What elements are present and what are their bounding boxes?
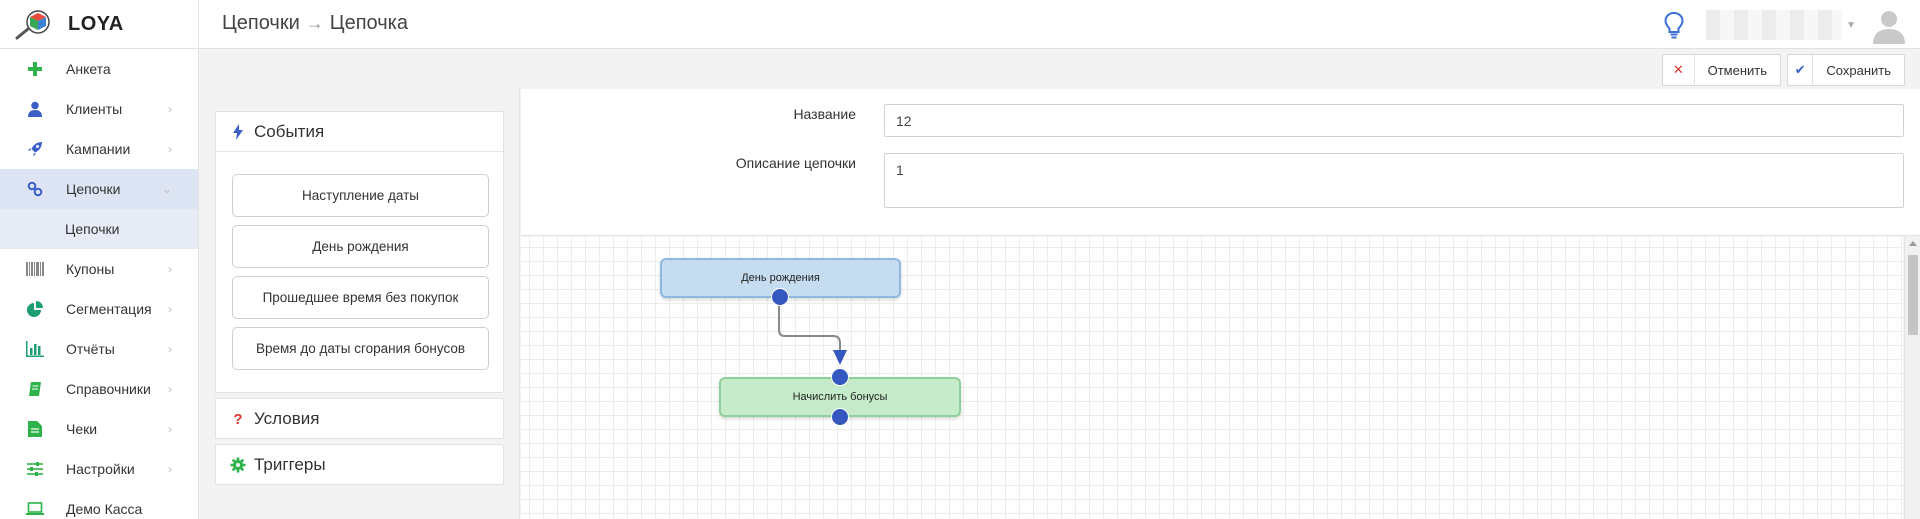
- header-right: ▼: [1662, 6, 1908, 44]
- top-header: LOYA Цепочки → Цепочка ▼: [0, 0, 1920, 49]
- sidebar-item-coupons[interactable]: Купоны ›: [0, 249, 198, 289]
- sidebar-item-label: Настройки: [66, 461, 135, 477]
- sidebar-item-label: Чеки: [66, 421, 98, 437]
- pie-chart-icon: [26, 300, 44, 318]
- conditions-header[interactable]: ? Условия: [216, 399, 503, 439]
- breadcrumb-parent[interactable]: Цепочки: [222, 12, 300, 35]
- name-input[interactable]: 12: [884, 104, 1904, 137]
- lightning-icon: [230, 123, 246, 140]
- sidebar-item-label: Справочники: [66, 381, 151, 397]
- conditions-title: Условия: [254, 409, 320, 428]
- sidebar-item-settings[interactable]: Настройки ›: [0, 449, 198, 489]
- question-icon: ?: [233, 410, 243, 428]
- check-icon: ✔: [1788, 55, 1814, 85]
- link-icon: [26, 180, 44, 198]
- sidebar-subitem-chains[interactable]: Цепочки: [0, 209, 198, 249]
- chevron-down-icon: ⌄: [161, 182, 172, 196]
- save-button-label: Сохранить: [1826, 62, 1891, 78]
- sidebar-item-chains[interactable]: Цепочки ⌄: [0, 169, 198, 209]
- book-icon: [26, 380, 44, 398]
- avatar[interactable]: [1870, 6, 1908, 44]
- gear-icon: [230, 457, 246, 473]
- save-button[interactable]: ✔ Сохранить: [1787, 54, 1905, 86]
- logo[interactable]: LOYA: [0, 0, 199, 49]
- cancel-button-label: Отменить: [1707, 62, 1767, 78]
- triggers-title: Триггеры: [254, 455, 326, 474]
- event-node-birthday[interactable]: День рождения: [660, 258, 901, 298]
- logo-icon: [15, 9, 50, 39]
- description-label: Описание цепочки: [735, 155, 856, 171]
- event-bonus-expiry-button[interactable]: Время до даты сгорания бонусов: [232, 327, 489, 370]
- sidebar-item-demo-kassa[interactable]: Демо Касса: [0, 489, 198, 519]
- sidebar-item-label: Купоны: [66, 261, 115, 277]
- laptop-icon: [26, 500, 44, 518]
- close-icon: ✕: [1663, 55, 1695, 85]
- sidebar-item-label: Анкета: [66, 61, 111, 77]
- events-header[interactable]: События: [216, 112, 503, 152]
- sidebar-item-reports[interactable]: Отчёты ›: [0, 329, 198, 369]
- action-bar: ✕ Отменить ✔ Сохранить: [200, 49, 1920, 87]
- description-textarea[interactable]: 1: [884, 153, 1904, 208]
- events-title: События: [254, 121, 325, 141]
- sidebar-item-label: Отчёты: [66, 341, 115, 357]
- breadcrumb-current: Цепочка: [329, 12, 408, 34]
- chevron-right-icon: ›: [168, 342, 172, 356]
- chevron-right-icon: ›: [168, 142, 172, 156]
- chevron-down-icon[interactable]: ▼: [1846, 20, 1856, 31]
- cancel-button[interactable]: ✕ Отменить: [1662, 54, 1781, 86]
- sidebar-item-campaigns[interactable]: Кампании ›: [0, 129, 198, 169]
- sliders-icon: [26, 460, 44, 478]
- sidebar-item-directories[interactable]: Справочники ›: [0, 369, 198, 409]
- bar-chart-icon: [26, 340, 44, 358]
- event-no-purchases-button[interactable]: Прошедшее время без покупок: [232, 276, 489, 319]
- sidebar-item-label: Кампании: [66, 141, 131, 157]
- chevron-right-icon: ›: [168, 262, 172, 276]
- chevron-right-icon: ›: [168, 462, 172, 476]
- sidebar-item-segmentation[interactable]: Сегментация ›: [0, 289, 198, 329]
- sidebar-item-label: Сегментация: [66, 301, 152, 317]
- sidebar: Анкета Клиенты › Кампании › Цепочки ⌄ Це…: [0, 49, 199, 519]
- triggers-header[interactable]: Триггеры: [216, 445, 503, 485]
- user-name-blurred[interactable]: [1706, 10, 1843, 40]
- scroll-up-arrow-icon[interactable]: [1909, 241, 1917, 246]
- events-card: События Наступление даты День рождения П…: [215, 111, 504, 393]
- user-icon: [26, 100, 44, 118]
- lightbulb-icon[interactable]: [1662, 10, 1686, 40]
- sidebar-item-receipts[interactable]: Чеки ›: [0, 409, 198, 449]
- chevron-right-icon: ›: [168, 102, 172, 116]
- blocks-panel: События Наступление даты День рождения П…: [200, 89, 520, 519]
- chain-canvas[interactable]: День рождения Начислить бонусы: [521, 237, 1903, 519]
- sidebar-item-clients[interactable]: Клиенты ›: [0, 89, 198, 129]
- sidebar-item-label: Демо Касса: [66, 501, 143, 517]
- logo-text: LOYA: [68, 13, 124, 35]
- event-birthday-button[interactable]: День рождения: [232, 225, 489, 268]
- receipt-icon: [26, 420, 44, 438]
- chevron-right-icon: ›: [168, 422, 172, 436]
- event-date-button[interactable]: Наступление даты: [232, 174, 489, 217]
- rocket-icon: [26, 140, 44, 158]
- triggers-card[interactable]: Триггеры: [215, 444, 504, 485]
- sidebar-item-label: Клиенты: [66, 101, 123, 117]
- chevron-right-icon: ›: [168, 302, 172, 316]
- breadcrumb-separator-icon: →: [305, 13, 324, 33]
- plus-icon: [26, 60, 44, 78]
- barcode-icon: [26, 260, 44, 278]
- chevron-right-icon: ›: [168, 382, 172, 396]
- name-label: Название: [793, 106, 856, 122]
- action-node-accrue-bonuses[interactable]: Начислить бонусы: [719, 377, 961, 417]
- breadcrumb: Цепочки → Цепочка: [222, 12, 408, 35]
- scroll-thumb[interactable]: [1908, 255, 1918, 335]
- conditions-card[interactable]: ? Условия: [215, 398, 504, 439]
- sidebar-item-label: Цепочки: [66, 181, 121, 197]
- chain-form: Название 12 Описание цепочки 1: [521, 89, 1920, 236]
- sidebar-item-anketa[interactable]: Анкета: [0, 49, 198, 89]
- canvas-scrollbar[interactable]: [1904, 237, 1920, 519]
